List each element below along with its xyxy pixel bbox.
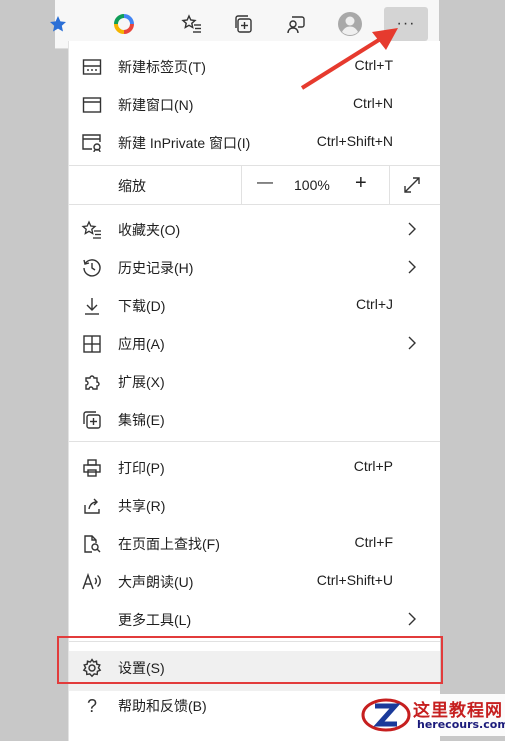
favorites-label: 收藏夹(O): [118, 222, 181, 238]
new-window-label: 新建窗口(N): [118, 97, 194, 113]
share-label: 共享(R): [118, 498, 166, 514]
menu-item-zoom: 缩放 — 100% +: [69, 166, 440, 204]
read-aloud-label: 大声朗读(U): [118, 574, 194, 590]
find-shortcut: Ctrl+F: [354, 534, 394, 550]
puzzle-piece-icon: [81, 371, 103, 393]
settings-highlight-box: [57, 636, 443, 684]
menu-item-collections[interactable]: 集锦(E): [69, 400, 440, 438]
menu-item-find[interactable]: 在页面上查找(F) Ctrl+F: [69, 524, 440, 562]
chevron-right-icon: [404, 609, 420, 629]
watermark-logo: [361, 698, 411, 732]
zoom-level: 100%: [294, 177, 330, 193]
collections-label: 集锦(E): [118, 412, 165, 428]
zoom-label: 缩放: [118, 178, 146, 194]
read-aloud-icon: [81, 571, 103, 593]
help-label: 帮助和反馈(B): [118, 698, 207, 714]
zoom-divider: [389, 166, 390, 204]
menu-item-share[interactable]: 共享(R): [69, 486, 440, 524]
download-icon: [81, 295, 103, 317]
extensions-label: 扩展(X): [118, 374, 165, 390]
menu-item-apps[interactable]: 应用(A): [69, 324, 440, 362]
menu-separator: [69, 204, 440, 205]
find-in-page-icon: [81, 533, 103, 555]
menu-item-favorites[interactable]: 收藏夹(O): [69, 210, 440, 248]
new-inprivate-label: 新建 InPrivate 窗口(I): [118, 135, 251, 151]
question-mark-icon: ?: [86, 695, 97, 716]
menu-item-read-aloud[interactable]: 大声朗读(U) Ctrl+Shift+U: [69, 562, 440, 600]
favorites-icon[interactable]: [175, 7, 209, 41]
chevron-right-icon: [404, 333, 420, 353]
new-inprivate-shortcut: Ctrl+Shift+N: [316, 133, 393, 149]
printer-icon: [81, 457, 103, 479]
zoom-divider: [241, 166, 242, 204]
fullscreen-icon[interactable]: [402, 175, 422, 200]
inprivate-icon: [81, 132, 103, 154]
menu-item-extensions[interactable]: 扩展(X): [69, 362, 440, 400]
watermark: 这里教程网 herecours.com: [357, 694, 505, 736]
menu-item-more-tools[interactable]: 更多工具(L): [69, 600, 440, 638]
collections-icon[interactable]: [227, 7, 261, 41]
find-label: 在页面上查找(F): [118, 536, 220, 552]
new-window-icon: [81, 94, 103, 116]
menu-item-print[interactable]: 打印(P) Ctrl+P: [69, 448, 440, 486]
downloads-shortcut: Ctrl+J: [356, 296, 393, 312]
color-wheel-icon[interactable]: [107, 7, 141, 41]
history-icon: [81, 257, 103, 279]
menu-separator: [69, 441, 440, 442]
chevron-right-icon: [404, 257, 420, 277]
apps-icon: [81, 333, 103, 355]
menu-item-downloads[interactable]: 下载(D) Ctrl+J: [69, 286, 440, 324]
more-tools-label: 更多工具(L): [118, 612, 192, 628]
print-label: 打印(P): [118, 460, 165, 476]
favorites-icon: [81, 219, 103, 241]
zoom-in-button[interactable]: +: [355, 172, 367, 195]
menu-item-history[interactable]: 历史记录(H): [69, 248, 440, 286]
favorite-star-icon[interactable]: [41, 7, 75, 41]
menu-item-new-inprivate[interactable]: 新建 InPrivate 窗口(I) Ctrl+Shift+N: [69, 123, 440, 161]
print-shortcut: Ctrl+P: [353, 458, 393, 474]
history-label: 历史记录(H): [118, 260, 194, 276]
chevron-right-icon: [404, 219, 420, 239]
new-tab-icon: [81, 56, 103, 78]
collections-icon: [81, 409, 103, 431]
new-tab-label: 新建标签页(T): [118, 59, 206, 75]
apps-label: 应用(A): [118, 336, 165, 352]
annotation-arrow: [300, 28, 398, 90]
read-aloud-shortcut: Ctrl+Shift+U: [316, 572, 393, 588]
downloads-label: 下载(D): [118, 298, 166, 314]
watermark-url: herecours.com: [417, 718, 505, 731]
share-icon: [81, 495, 103, 517]
zoom-out-button[interactable]: —: [257, 174, 273, 192]
